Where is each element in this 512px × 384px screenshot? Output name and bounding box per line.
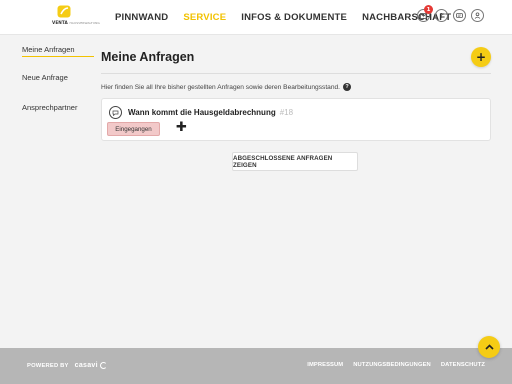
sidebar-item-neue-anfrage[interactable]: Neue Anfrage	[22, 70, 94, 85]
chat-icon[interactable]	[453, 9, 466, 22]
expand-plus-icon[interactable]: ✚	[176, 121, 187, 135]
intro-text-label: Hier finden Sie all Ihre bisher gestellt…	[101, 83, 340, 91]
intro-text: Hier finden Sie all Ihre bisher gestellt…	[101, 83, 351, 91]
chevron-up-icon	[484, 344, 494, 350]
casavi-logo-icon	[99, 362, 107, 369]
speech-bubble-glyph	[112, 110, 119, 116]
show-closed-requests-button[interactable]: ABGESCHLOSSENE ANFRAGEN ZEIGEN	[232, 152, 358, 171]
notification-badge: 1	[424, 5, 433, 14]
powered-by: POWERED BY casavi	[27, 362, 107, 369]
page-title: Meine Anfragen	[101, 50, 195, 64]
request-card[interactable]: Wann kommt die Hausgeldabrechnung #18 Ein…	[101, 98, 491, 141]
speech-bubble-icon	[109, 106, 122, 119]
footer-links: IMPRESSUM NUTZUNGSBEDINGUNGEN DATENSCHUT…	[307, 362, 485, 368]
footer-link-datenschutz[interactable]: DATENSCHUTZ	[441, 362, 485, 368]
status-badge: Eingegangen	[107, 122, 160, 136]
help-icon[interactable]: ?	[435, 9, 448, 22]
info-help-icon[interactable]: ?	[343, 83, 351, 91]
sidebar-item-ansprechpartner[interactable]: Ansprechpartner	[22, 100, 94, 115]
scroll-to-top-button[interactable]	[478, 336, 500, 358]
venta-logo-mark	[57, 5, 71, 18]
request-number: #18	[279, 108, 294, 117]
title-divider	[101, 73, 491, 74]
sidebar-item-meine-anfragen[interactable]: Meine Anfragen	[22, 42, 94, 57]
footer: POWERED BY casavi IMPRESSUM NUTZUNGSBEDI…	[0, 348, 512, 384]
footer-link-nutzungsbedingungen[interactable]: NUTZUNGSBEDINGUNGEN	[353, 362, 431, 368]
footer-link-impressum[interactable]: IMPRESSUM	[307, 362, 343, 368]
sidebar: Meine Anfragen Neue Anfrage Ansprechpart…	[22, 42, 94, 115]
request-title[interactable]: Wann kommt die Hausgeldabrechnung #18	[128, 108, 293, 117]
add-request-button[interactable]: +	[471, 47, 491, 67]
user-icon[interactable]	[471, 9, 484, 22]
nav-infos-dokumente[interactable]: INFOS & DOKUMENTE	[241, 12, 347, 23]
nav-service[interactable]: SERVICE	[183, 12, 226, 23]
header-icons: 1 ?	[417, 5, 484, 22]
nav-pinnwand[interactable]: PINNWAND	[115, 12, 168, 23]
logo-text: VENTA HAUSVERWALTUNG	[52, 20, 100, 25]
top-header: VENTA HAUSVERWALTUNG PINNWAND SERVICE IN…	[0, 0, 512, 35]
mail-icon[interactable]: 1	[417, 5, 433, 22]
venta-logo[interactable]: VENTA HAUSVERWALTUNG	[52, 5, 100, 31]
chat-icon-glyph	[456, 12, 463, 18]
main-nav: PINNWAND SERVICE INFOS & DOKUMENTE NACHB…	[115, 0, 466, 35]
user-icon-glyph	[474, 12, 481, 19]
powered-by-label: POWERED BY	[27, 362, 69, 369]
request-title-text: Wann kommt die Hausgeldabrechnung	[128, 108, 276, 117]
casavi-brand[interactable]: casavi	[75, 362, 98, 369]
